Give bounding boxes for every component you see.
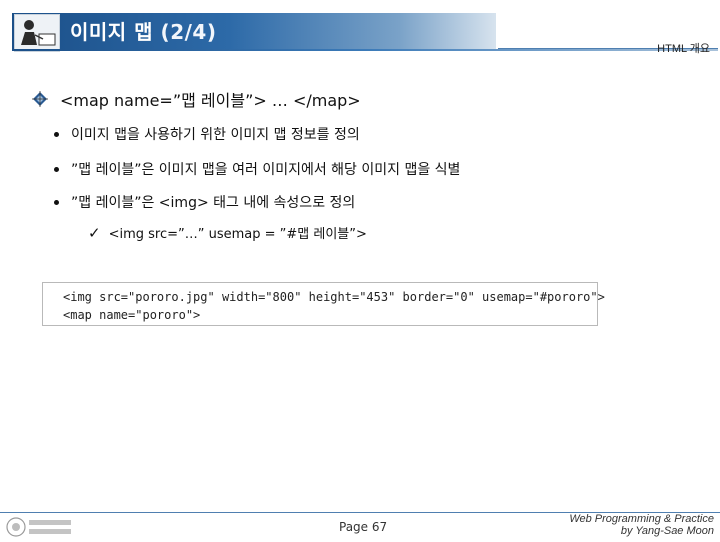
presenter-logo-icon xyxy=(14,14,60,52)
bullet-dot-icon xyxy=(54,166,59,172)
page-number: Page 67 xyxy=(339,520,388,534)
page-title: 이미지 맵 (2/4) xyxy=(70,16,216,45)
title-bar: 이미지 맵 (2/4) HTML 개요 xyxy=(0,0,720,64)
code-line: <map name="pororo"> xyxy=(63,308,201,322)
sub-bullet-1: 이미지 맵을 사용하기 위한 이미지 맵 정보를 정의 xyxy=(54,124,360,144)
page-title-part: (2/4) xyxy=(160,20,217,44)
bullet-dot-icon xyxy=(54,131,59,137)
credit-author: by Yang-Sae Moon xyxy=(620,525,714,537)
sub-bullet-2: ”맵 레이블”은 이미지 맵을 여러 이미지에서 해당 이미지 맵을 식별 xyxy=(54,159,460,179)
sub-bullet-text: 이미지 맵을 사용하기 위한 이미지 맵 정보를 정의 xyxy=(71,127,360,143)
main-bullet-text: <map name=”맵 레이블”> … </map> xyxy=(60,91,361,110)
sub-bullet-text: ”맵 레이블”은 이미지 맵을 여러 이미지에서 해당 이미지 맵을 식별 xyxy=(71,162,461,178)
checkmark-icon: ✓ xyxy=(88,223,101,242)
check-item-text: <img src=”…” usemap = ”#맵 레이블”> xyxy=(108,227,367,242)
footer-credit: Web Programming & Practice by Yang-Sae M… xyxy=(569,513,714,537)
sub-bullet-3: ”맵 레이블”은 <img> 태그 내에 속성으로 정의 xyxy=(54,192,355,212)
credit-course: Web Programming & Practice xyxy=(569,513,714,525)
main-bullet: <map name=”맵 레이블”> … </map> xyxy=(32,87,361,111)
page-title-main: 이미지 맵 xyxy=(70,20,154,44)
code-line: <img src="pororo.jpg" width="800" height… xyxy=(63,290,605,304)
sub-bullet-text: ”맵 레이블”은 <img> 태그 내에 속성으로 정의 xyxy=(71,195,356,211)
university-logo-icon xyxy=(6,516,74,538)
header-rule xyxy=(12,49,718,51)
check-item: ✓ <img src=”…” usemap = ”#맵 레이블”> xyxy=(88,223,367,243)
diamond-bullet-icon xyxy=(32,91,48,107)
code-example: <img src="pororo.jpg" width="800" height… xyxy=(42,282,605,326)
bullet-dot-icon xyxy=(54,199,59,205)
section-label: HTML 개요 xyxy=(657,43,710,55)
